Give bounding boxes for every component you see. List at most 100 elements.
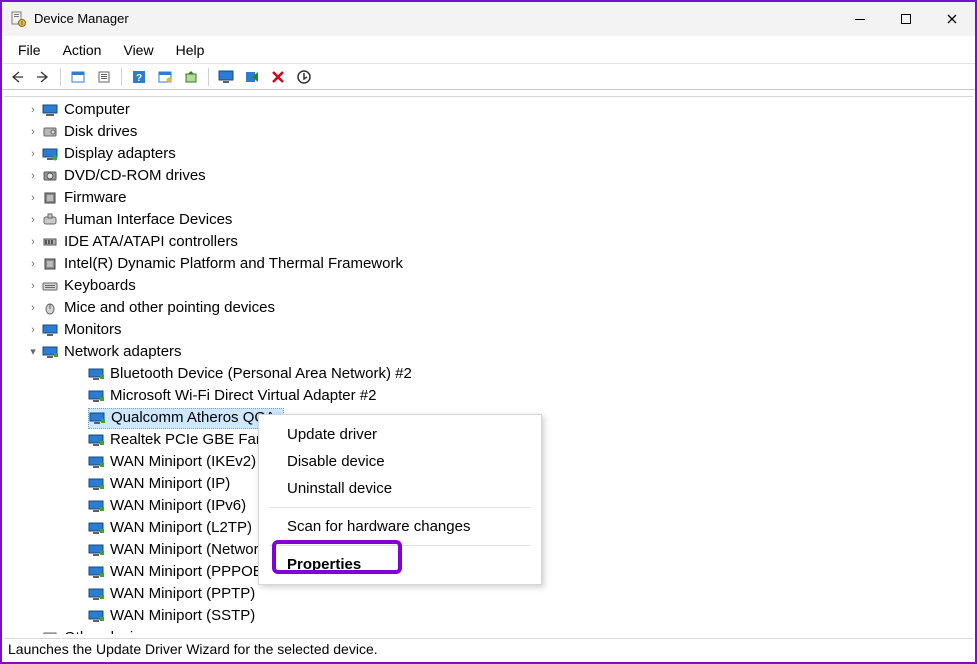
tree-category-label: Other devices [64, 627, 157, 634]
expand-chevron-icon[interactable]: › [26, 213, 40, 227]
ctx-uninstall-device[interactable]: Uninstall device [259, 475, 541, 502]
tree-category[interactable]: › Disk drives [4, 121, 973, 143]
expand-chevron-icon[interactable]: › [26, 301, 40, 315]
expand-chevron-icon[interactable]: ▾ [26, 345, 40, 359]
network-adapter-icon [88, 454, 104, 470]
ctx-scan-hardware[interactable]: Scan for hardware changes [259, 513, 541, 540]
tree-category-label: IDE ATA/ATAPI controllers [64, 231, 238, 253]
menu-view[interactable]: View [113, 38, 163, 62]
tree-category[interactable]: › DVD/CD-ROM drives [4, 165, 973, 187]
tree-category-label: DVD/CD-ROM drives [64, 165, 206, 187]
tree-category-label: Display adapters [64, 143, 176, 165]
toolbar-monitor-button[interactable] [215, 67, 237, 87]
tree-device-item[interactable]: Bluetooth Device (Personal Area Network)… [4, 363, 973, 385]
app-icon [10, 11, 26, 27]
tree-category[interactable]: ›Human Interface Devices [4, 209, 973, 231]
menu-file[interactable]: File [8, 38, 51, 62]
tree-category-label: Firmware [64, 187, 127, 209]
toolbar-enable-device-button[interactable] [241, 67, 263, 87]
toolbar-remove-button[interactable] [267, 67, 289, 87]
menubar: File Action View Help [2, 36, 975, 64]
titlebar: Device Manager [2, 2, 975, 36]
expand-chevron-icon[interactable]: › [26, 125, 40, 139]
network-adapter-icon [88, 586, 104, 602]
network-adapter-icon [88, 498, 104, 514]
keyboard-icon [42, 278, 58, 294]
tree-device-label: Bluetooth Device (Personal Area Network)… [110, 363, 412, 385]
toolbar-scan-hardware-button[interactable] [154, 67, 176, 87]
status-text: Launches the Update Driver Wizard for th… [8, 641, 378, 657]
network-adapter-icon [88, 564, 104, 580]
toolbar: ? [2, 64, 975, 90]
tree-device-label: WAN Miniport (IKEv2) [110, 451, 256, 473]
network-adapter-icon [89, 410, 105, 426]
expand-chevron-icon[interactable]: › [26, 103, 40, 117]
tree-device-item[interactable]: Microsoft Wi-Fi Direct Virtual Adapter #… [4, 385, 973, 407]
menu-help[interactable]: Help [166, 38, 215, 62]
tree-device-item[interactable]: WAN Miniport (PPTP) [4, 583, 973, 605]
tree-category[interactable]: › Keyboards [4, 275, 973, 297]
tree-category-label: Mice and other pointing devices [64, 297, 275, 319]
window-title: Device Manager [34, 11, 129, 26]
tree-category[interactable]: › Intel(R) Dynamic Platform and Thermal F… [4, 253, 973, 275]
computer-icon [42, 102, 58, 118]
tree-category[interactable]: ›Monitors [4, 319, 973, 341]
tree-category[interactable]: › Mice and other pointing devices [4, 297, 973, 319]
statusbar: Launches the Update Driver Wizard for th… [4, 638, 973, 660]
maximize-button[interactable] [883, 3, 929, 35]
tree-category[interactable]: ›! Other devices [4, 627, 973, 634]
toolbar-uninstall-button[interactable] [293, 67, 315, 87]
context-menu: Update driver Disable device Uninstall d… [258, 414, 542, 585]
ctx-separator [269, 545, 531, 546]
hid-icon [42, 212, 58, 228]
monitor-icon [42, 322, 58, 338]
tree-category[interactable]: › Display adapters [4, 143, 973, 165]
tree-device-item[interactable]: WAN Miniport (SSTP) [4, 605, 973, 627]
toolbar-back-button[interactable] [6, 67, 28, 87]
expand-chevron-icon[interactable]: › [26, 169, 40, 183]
expand-chevron-icon[interactable]: › [26, 257, 40, 271]
expand-chevron-icon[interactable]: › [26, 323, 40, 337]
expand-chevron-icon[interactable]: › [26, 631, 40, 634]
toolbar-separator [208, 68, 209, 86]
ctx-properties[interactable]: Properties [259, 551, 541, 578]
tree-device-label: WAN Miniport (IP) [110, 473, 230, 495]
toolbar-update-driver-button[interactable] [180, 67, 202, 87]
tree-device-label: WAN Miniport (PPPOE) [110, 561, 268, 583]
network-adapter-icon [88, 608, 104, 624]
toolbar-separator [121, 68, 122, 86]
chip-icon [42, 256, 58, 272]
tree-category-label: Keyboards [64, 275, 136, 297]
tree-category[interactable]: › Firmware [4, 187, 973, 209]
tree-device-label: WAN Miniport (SSTP) [110, 605, 255, 627]
other-icon: ! [42, 630, 58, 634]
tree-category-label: Disk drives [64, 121, 137, 143]
tree-category[interactable]: ▾Network adapters [4, 341, 973, 363]
toolbar-help-button[interactable]: ? [128, 67, 150, 87]
ctx-update-driver[interactable]: Update driver [259, 421, 541, 448]
mouse-icon [42, 300, 58, 316]
ctx-disable-device[interactable]: Disable device [259, 448, 541, 475]
expand-chevron-icon[interactable]: › [26, 147, 40, 161]
tree-category[interactable]: ›Computer [4, 99, 973, 121]
minimize-button[interactable] [837, 3, 883, 35]
network-adapter-icon [88, 432, 104, 448]
network-adapter-icon [88, 542, 104, 558]
tree-category-label: Intel(R) Dynamic Platform and Thermal Fr… [64, 253, 403, 275]
close-button[interactable] [929, 3, 975, 35]
tree-device-label: WAN Miniport (IPv6) [110, 495, 246, 517]
network-adapter-icon [88, 520, 104, 536]
expand-chevron-icon[interactable]: › [26, 235, 40, 249]
tree-category[interactable]: › IDE ATA/ATAPI controllers [4, 231, 973, 253]
expand-chevron-icon[interactable]: › [26, 279, 40, 293]
menu-action[interactable]: Action [53, 38, 112, 62]
expand-chevron-icon[interactable]: › [26, 191, 40, 205]
network-icon [42, 344, 58, 360]
display-icon [42, 146, 58, 162]
toolbar-forward-button[interactable] [32, 67, 54, 87]
chip-icon [42, 190, 58, 206]
toolbar-properties-button[interactable] [93, 67, 115, 87]
toolbar-show-hidden-button[interactable] [67, 67, 89, 87]
tree-device-label: Microsoft Wi-Fi Direct Virtual Adapter #… [110, 385, 376, 407]
svg-text:?: ? [136, 73, 142, 84]
